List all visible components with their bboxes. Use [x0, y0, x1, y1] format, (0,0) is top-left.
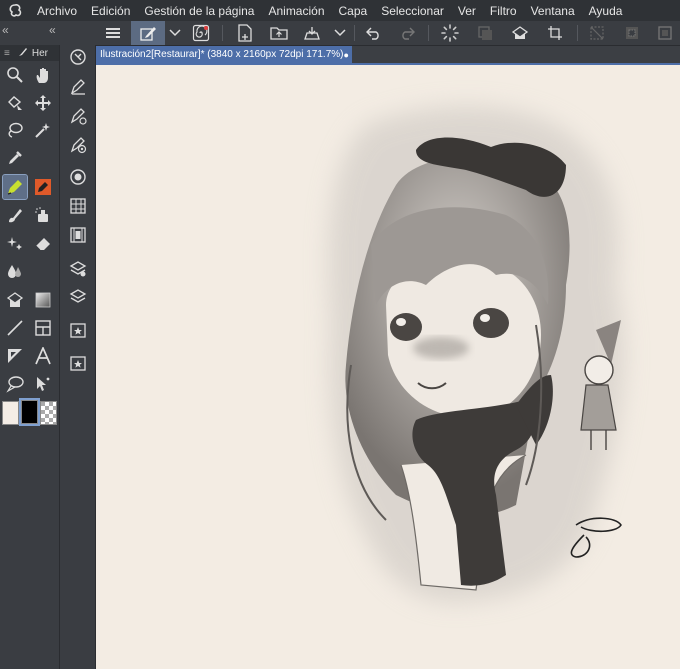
sub-tool-star-folder-a-icon[interactable]	[66, 318, 90, 342]
brush-tab-icon	[18, 47, 28, 60]
menu-filtro[interactable]: Filtro	[483, 4, 524, 18]
fill-tool-icon[interactable]	[3, 288, 27, 312]
deselect-icon[interactable]	[584, 21, 610, 45]
airbrush-icon[interactable]	[31, 203, 55, 227]
eraser-icon[interactable]	[31, 231, 55, 255]
blend-icon[interactable]	[3, 259, 27, 283]
document-tab[interactable]: Ilustración2[Restaurar]* (3840 x 2160px …	[96, 46, 352, 63]
invert-icon[interactable]	[619, 21, 645, 45]
collapse-left-icon[interactable]: «	[2, 23, 9, 37]
redo-icon[interactable]	[394, 21, 420, 45]
menu-archivo[interactable]: Archivo	[30, 4, 84, 18]
menu-bar: Archivo Edición Gestión de la página Ani…	[0, 0, 680, 21]
undo-icon[interactable]	[361, 21, 387, 45]
stamp-icon[interactable]	[472, 21, 498, 45]
tool-panel: ≡ Her	[0, 45, 60, 669]
sub-tool-magnifier-icon[interactable]	[66, 45, 90, 69]
fill-icon[interactable]	[507, 21, 533, 45]
tool-panel-tab-label: Her	[31, 47, 48, 59]
correct-line-icon[interactable]	[31, 372, 55, 396]
sub-tool-grid-icon[interactable]	[66, 194, 90, 218]
frame-icon[interactable]	[652, 21, 678, 45]
new-page-icon[interactable]	[232, 21, 258, 45]
main-color-swatch[interactable]	[2, 401, 19, 425]
drawing-canvas[interactable]	[96, 65, 680, 669]
line-icon[interactable]	[3, 316, 27, 340]
menu-ayuda[interactable]: Ayuda	[582, 4, 630, 18]
panel-menu-icon[interactable]: ≡	[4, 48, 10, 59]
pen-tool-icon[interactable]	[2, 174, 28, 200]
sub-tool-pen-a-icon[interactable]	[66, 75, 90, 99]
menu-seleccionar[interactable]: Seleccionar	[374, 4, 451, 18]
text-icon[interactable]	[31, 344, 55, 368]
menu-animacion[interactable]: Animación	[261, 4, 331, 18]
chevron-down-icon[interactable]	[331, 21, 349, 45]
menu-edicion[interactable]: Edición	[84, 4, 137, 18]
pencil-tool-icon[interactable]	[31, 175, 55, 199]
hand-icon[interactable]	[31, 63, 55, 87]
balloon-icon[interactable]	[3, 372, 27, 396]
collapse-right-icon[interactable]: «	[49, 23, 56, 37]
close-tab-icon[interactable]: ●	[343, 50, 348, 60]
save-icon[interactable]	[299, 21, 325, 45]
loading-icon[interactable]	[437, 21, 463, 45]
sub-tool-pen-c-icon[interactable]	[66, 133, 90, 157]
menu-gestion-pagina[interactable]: Gestión de la página	[137, 4, 261, 18]
tool-panel-tab[interactable]: ≡ Her	[0, 45, 59, 61]
menu-capa[interactable]: Capa	[332, 4, 375, 18]
sub-tool-panel	[60, 45, 96, 669]
layer-move-icon[interactable]	[3, 91, 27, 115]
sub-tool-circle-icon[interactable]	[66, 165, 90, 189]
command-bar	[0, 21, 680, 46]
artwork-illustration	[328, 106, 625, 603]
gradient-icon[interactable]	[31, 288, 55, 312]
edit-icon[interactable]	[131, 21, 165, 45]
spiral-icon[interactable]	[188, 21, 214, 45]
sub-tool-layers-b-icon[interactable]	[66, 285, 90, 309]
panel-collapse-row: « «	[0, 21, 95, 45]
menu-ver[interactable]: Ver	[451, 4, 483, 18]
decoration-icon[interactable]	[3, 231, 27, 255]
frame-border-icon[interactable]	[31, 316, 55, 340]
menu-ventana[interactable]: Ventana	[524, 4, 582, 18]
document-tab-title: Ilustración2[Restaurar]* (3840 x 2160px …	[100, 49, 344, 60]
sub-tool-pen-b-icon[interactable]	[66, 104, 90, 128]
lasso-icon[interactable]	[3, 118, 27, 142]
zoom-icon[interactable]	[3, 63, 27, 87]
menu-icon[interactable]	[100, 21, 126, 45]
sub-tool-star-folder-b-icon[interactable]	[66, 351, 90, 375]
sub-tool-film-icon[interactable]	[66, 223, 90, 247]
open-icon[interactable]	[266, 21, 292, 45]
sub-tool-layers-a-icon[interactable]	[66, 257, 90, 281]
move-icon[interactable]	[31, 91, 55, 115]
crop-icon[interactable]	[542, 21, 568, 45]
eyedropper-icon[interactable]	[3, 146, 27, 170]
magic-wand-icon[interactable]	[31, 118, 55, 142]
brush-icon[interactable]	[3, 203, 27, 227]
app-logo-icon[interactable]	[0, 0, 30, 21]
ruler-icon[interactable]	[3, 344, 27, 368]
transparent-color-swatch[interactable]	[40, 401, 57, 425]
chevron-down-icon[interactable]	[166, 21, 184, 45]
sub-color-swatch[interactable]	[19, 398, 40, 426]
